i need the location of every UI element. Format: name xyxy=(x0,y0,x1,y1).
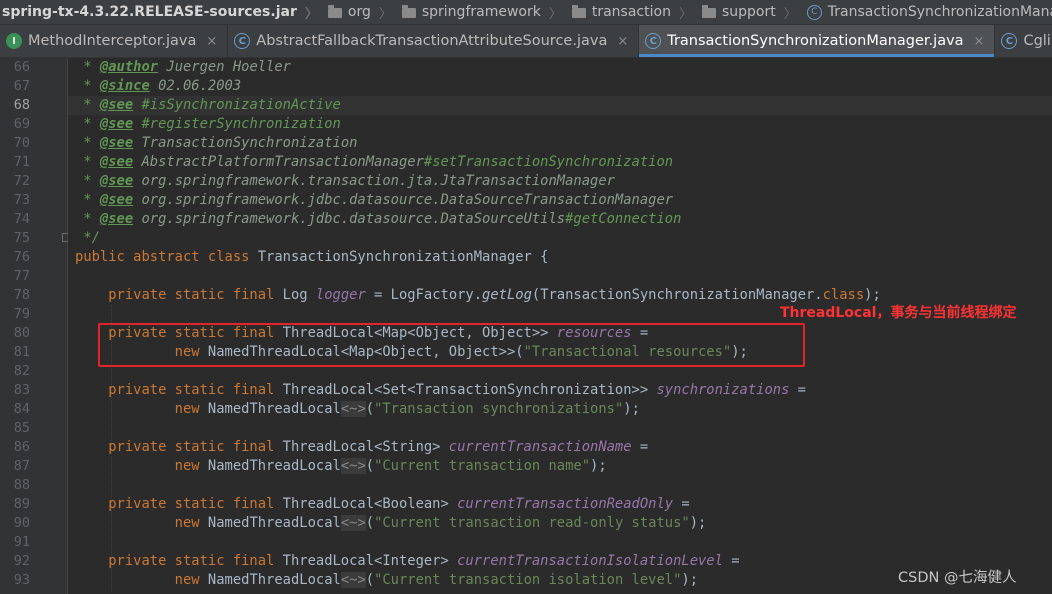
line-number: 91 xyxy=(13,534,30,550)
line-number: 72 xyxy=(13,173,30,189)
breadcrumb-item-support[interactable]: support 〉 xyxy=(696,3,801,22)
code-line-70: * @see TransactionSynchronization xyxy=(75,135,358,151)
line-number: 84 xyxy=(13,401,30,417)
tab-label: MethodInterceptor.java xyxy=(28,33,197,49)
class-icon: C xyxy=(645,33,662,49)
line-number: 93 xyxy=(13,572,30,588)
tab-cglib-aop-proxy[interactable]: C CglibAopPro xyxy=(995,25,1052,57)
folded-generics-icon[interactable]: <~> xyxy=(340,401,366,417)
close-icon[interactable]: × xyxy=(617,34,628,49)
chevron-right-icon: 〉 xyxy=(678,6,692,22)
line-number: 85 xyxy=(13,420,30,436)
breadcrumb-label: springframework xyxy=(421,4,541,20)
line-number: 80 xyxy=(13,325,30,341)
code-line-83: private static final ThreadLocal<Set<Tra… xyxy=(75,382,806,398)
line-number-gutter[interactable]: 66 67 68 69 70 71 72 73 74 75 76 77 78 7… xyxy=(0,58,71,594)
highlight-box xyxy=(98,323,805,367)
code-line-78: private static final Log logger = LogFac… xyxy=(75,287,881,303)
code-line-69: * @see #registerSynchronization xyxy=(75,116,341,132)
code-line-74: * @see org.springframework.jdbc.datasour… xyxy=(75,211,682,227)
line-number: 69 xyxy=(13,116,30,132)
breadcrumb-item-class[interactable]: C TransactionSynchronizationManager xyxy=(801,4,1052,20)
code-line-68: * @see #isSynchronizationActive xyxy=(75,97,341,113)
tab-label: TransactionSynchronizationManager.java xyxy=(667,33,964,49)
folder-icon xyxy=(571,5,586,18)
code-line-87: new NamedThreadLocal<~>("Current transac… xyxy=(75,458,607,474)
class-icon: C xyxy=(234,33,251,49)
chevron-right-icon: 〉 xyxy=(304,6,318,22)
breadcrumb-label: TransactionSynchronizationManager xyxy=(827,4,1052,20)
line-number: 83 xyxy=(13,382,30,398)
tab-label: CglibAopPro xyxy=(1023,33,1052,49)
chevron-right-icon: 〉 xyxy=(378,6,392,22)
folder-icon xyxy=(401,5,416,18)
code-line-93: new NamedThreadLocal<~>("Current transac… xyxy=(75,572,699,588)
code-line-89: private static final ThreadLocal<Boolean… xyxy=(75,496,690,512)
line-number: 73 xyxy=(13,192,30,208)
line-number: 67 xyxy=(13,78,30,94)
watermark: CSDN @七海健人 xyxy=(898,570,1017,586)
folder-icon xyxy=(701,5,716,18)
line-number: 66 xyxy=(13,59,30,75)
annotation-text: ThreadLocal，事务与当前线程绑定 xyxy=(780,305,1017,321)
breadcrumb-item-org[interactable]: org 〉 xyxy=(322,3,396,22)
code-line-86: private static final ThreadLocal<String>… xyxy=(75,439,649,455)
folded-generics-icon[interactable]: <~> xyxy=(340,515,366,531)
code-line-76: public abstract class TransactionSynchro… xyxy=(75,249,549,265)
folded-generics-icon[interactable]: <~> xyxy=(340,458,366,474)
breadcrumb-label: org xyxy=(347,4,371,20)
line-number: 70 xyxy=(13,135,30,151)
code-line-71: * @see AbstractPlatformTransactionManage… xyxy=(75,154,674,170)
code-line-92: private static final ThreadLocal<Integer… xyxy=(75,553,740,569)
code-line-73: * @see org.springframework.jdbc.datasour… xyxy=(75,192,674,208)
line-number: 92 xyxy=(13,553,30,569)
breadcrumb-label: spring-tx-4.3.22.RELEASE-sources.jar xyxy=(2,4,297,20)
interface-icon: I xyxy=(6,33,22,49)
code-line-67: * @since 02.06.2003 xyxy=(75,78,242,94)
line-number: 78 xyxy=(13,287,30,303)
chevron-right-icon: 〉 xyxy=(783,6,797,22)
line-number: 82 xyxy=(13,363,30,379)
tab-label: AbstractFallbackTransactionAttributeSour… xyxy=(256,33,608,49)
close-icon[interactable]: × xyxy=(206,34,217,49)
editor-tab-bar: I MethodInterceptor.java × C AbstractFal… xyxy=(0,24,1052,58)
line-number: 86 xyxy=(13,439,30,455)
code-line-72: * @see org.springframework.transaction.j… xyxy=(75,173,615,189)
line-number: 88 xyxy=(13,477,30,493)
line-number: 76 xyxy=(13,249,30,265)
tab-method-interceptor[interactable]: I MethodInterceptor.java × xyxy=(0,25,229,57)
breadcrumb-label: transaction xyxy=(591,4,671,20)
code-line-75: */ xyxy=(75,230,100,246)
chevron-right-icon: 〉 xyxy=(548,6,562,22)
close-icon[interactable]: × xyxy=(974,34,985,49)
breadcrumb-item-transaction[interactable]: transaction 〉 xyxy=(566,3,696,22)
line-number: 90 xyxy=(13,515,30,531)
line-number: 81 xyxy=(13,344,30,360)
code-line-66: * @author Juergen Hoeller xyxy=(75,59,291,75)
class-icon: C xyxy=(806,4,822,20)
tab-abstract-fallback[interactable]: C AbstractFallbackTransactionAttributeSo… xyxy=(228,25,640,57)
class-icon: C xyxy=(1001,33,1018,49)
code-line-84: new NamedThreadLocal<~>("Transaction syn… xyxy=(75,401,640,417)
line-number: 77 xyxy=(13,268,30,284)
folded-generics-icon[interactable]: <~> xyxy=(340,572,366,588)
breadcrumb: spring-tx-4.3.22.RELEASE-sources.jar 〉 or… xyxy=(0,0,1052,24)
breadcrumb-item-springframework[interactable]: springframework 〉 xyxy=(396,3,566,22)
line-number: 87 xyxy=(13,458,30,474)
line-number-current: 68 xyxy=(13,97,30,113)
breadcrumb-item-jar[interactable]: spring-tx-4.3.22.RELEASE-sources.jar 〉 xyxy=(0,3,322,22)
tab-transaction-synchronization-manager[interactable]: C TransactionSynchronizationManager.java… xyxy=(639,25,996,57)
code-line-90: new NamedThreadLocal<~>("Current transac… xyxy=(75,515,707,531)
breadcrumb-label: support xyxy=(721,4,776,20)
line-number: 74 xyxy=(13,211,30,227)
line-number: 75 xyxy=(13,230,30,246)
line-number: 71 xyxy=(13,154,30,170)
line-number: 79 xyxy=(13,306,30,322)
line-number: 89 xyxy=(13,496,30,512)
folder-icon xyxy=(327,5,342,18)
